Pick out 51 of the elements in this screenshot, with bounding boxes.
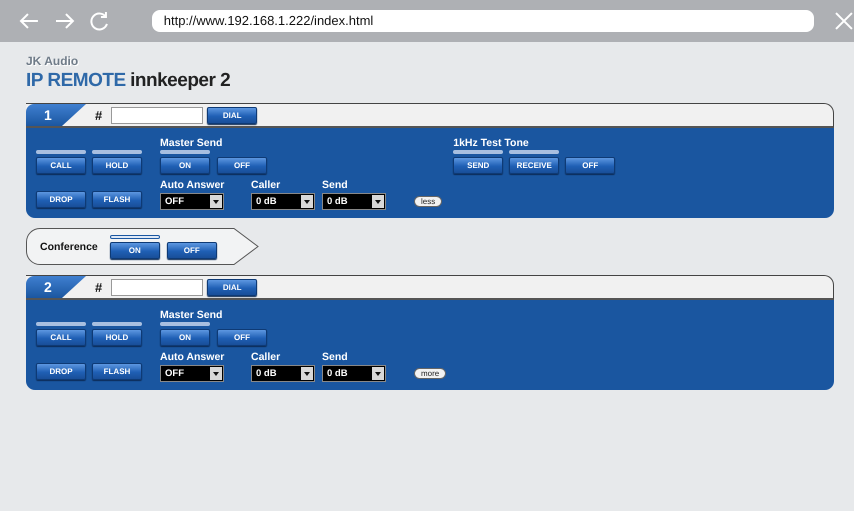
number-field[interactable] xyxy=(111,278,204,296)
field-label: Send xyxy=(322,178,349,192)
close-icon[interactable] xyxy=(834,11,854,31)
forward-icon[interactable] xyxy=(54,12,76,30)
button[interactable]: HOLD xyxy=(92,329,142,346)
dropdown[interactable]: 0 dB xyxy=(322,365,386,382)
brand-name: JK Audio xyxy=(26,54,78,68)
button[interactable]: RECEIVE xyxy=(509,157,560,174)
line-number-tab[interactable]: 2 xyxy=(26,276,86,298)
button[interactable]: FLASH xyxy=(92,363,142,380)
button[interactable]: OFF xyxy=(217,157,267,174)
number-label: # xyxy=(95,108,102,122)
dropdown[interactable]: OFF xyxy=(160,365,224,382)
field-label: Caller xyxy=(251,350,282,364)
field-label: Auto Answer xyxy=(160,350,226,364)
back-icon[interactable] xyxy=(18,12,40,30)
button[interactable]: ON xyxy=(110,242,160,259)
button[interactable]: DROP xyxy=(36,191,86,208)
button[interactable]: OFF xyxy=(217,329,267,346)
dropdown[interactable]: 0 dB xyxy=(251,365,315,382)
model-name: innkeeper 2 xyxy=(130,70,230,91)
dial-button[interactable]: DIAL xyxy=(207,278,258,296)
number-label: # xyxy=(95,280,102,294)
line-number-tab[interactable]: 1 xyxy=(26,104,86,126)
button[interactable]: CALL xyxy=(36,329,86,346)
button[interactable]: SEND xyxy=(453,157,504,174)
button[interactable]: ON xyxy=(160,157,210,174)
button[interactable]: DROP xyxy=(36,363,86,380)
section-label: Master Send xyxy=(160,136,224,150)
field-label: Auto Answer xyxy=(160,178,226,192)
button[interactable]: HOLD xyxy=(92,157,142,174)
conference-label: Conference xyxy=(40,240,98,252)
product-name: IP REMOTE xyxy=(26,70,126,91)
address-bar[interactable]: http://www.192.168.1.222/index.html xyxy=(152,10,814,32)
dropdown[interactable]: 0 dB xyxy=(251,193,315,210)
dropdown[interactable]: OFF xyxy=(160,193,224,210)
reload-icon[interactable] xyxy=(90,11,110,31)
section-label: 1kHz Test Tone xyxy=(453,136,530,150)
button[interactable]: FLASH xyxy=(92,191,142,208)
toggle-button[interactable]: less xyxy=(414,196,442,207)
button[interactable]: ON xyxy=(160,329,210,346)
button[interactable]: OFF xyxy=(565,157,616,174)
field-label: Send xyxy=(322,350,349,364)
dropdown[interactable]: 0 dB xyxy=(322,193,386,210)
number-field[interactable] xyxy=(111,106,204,124)
dial-button[interactable]: DIAL xyxy=(207,106,258,124)
section-label: Master Send xyxy=(160,308,224,322)
field-label: Caller xyxy=(251,178,282,192)
button[interactable]: CALL xyxy=(36,157,86,174)
toggle-button[interactable]: more xyxy=(414,368,446,379)
button[interactable]: OFF xyxy=(166,242,217,259)
